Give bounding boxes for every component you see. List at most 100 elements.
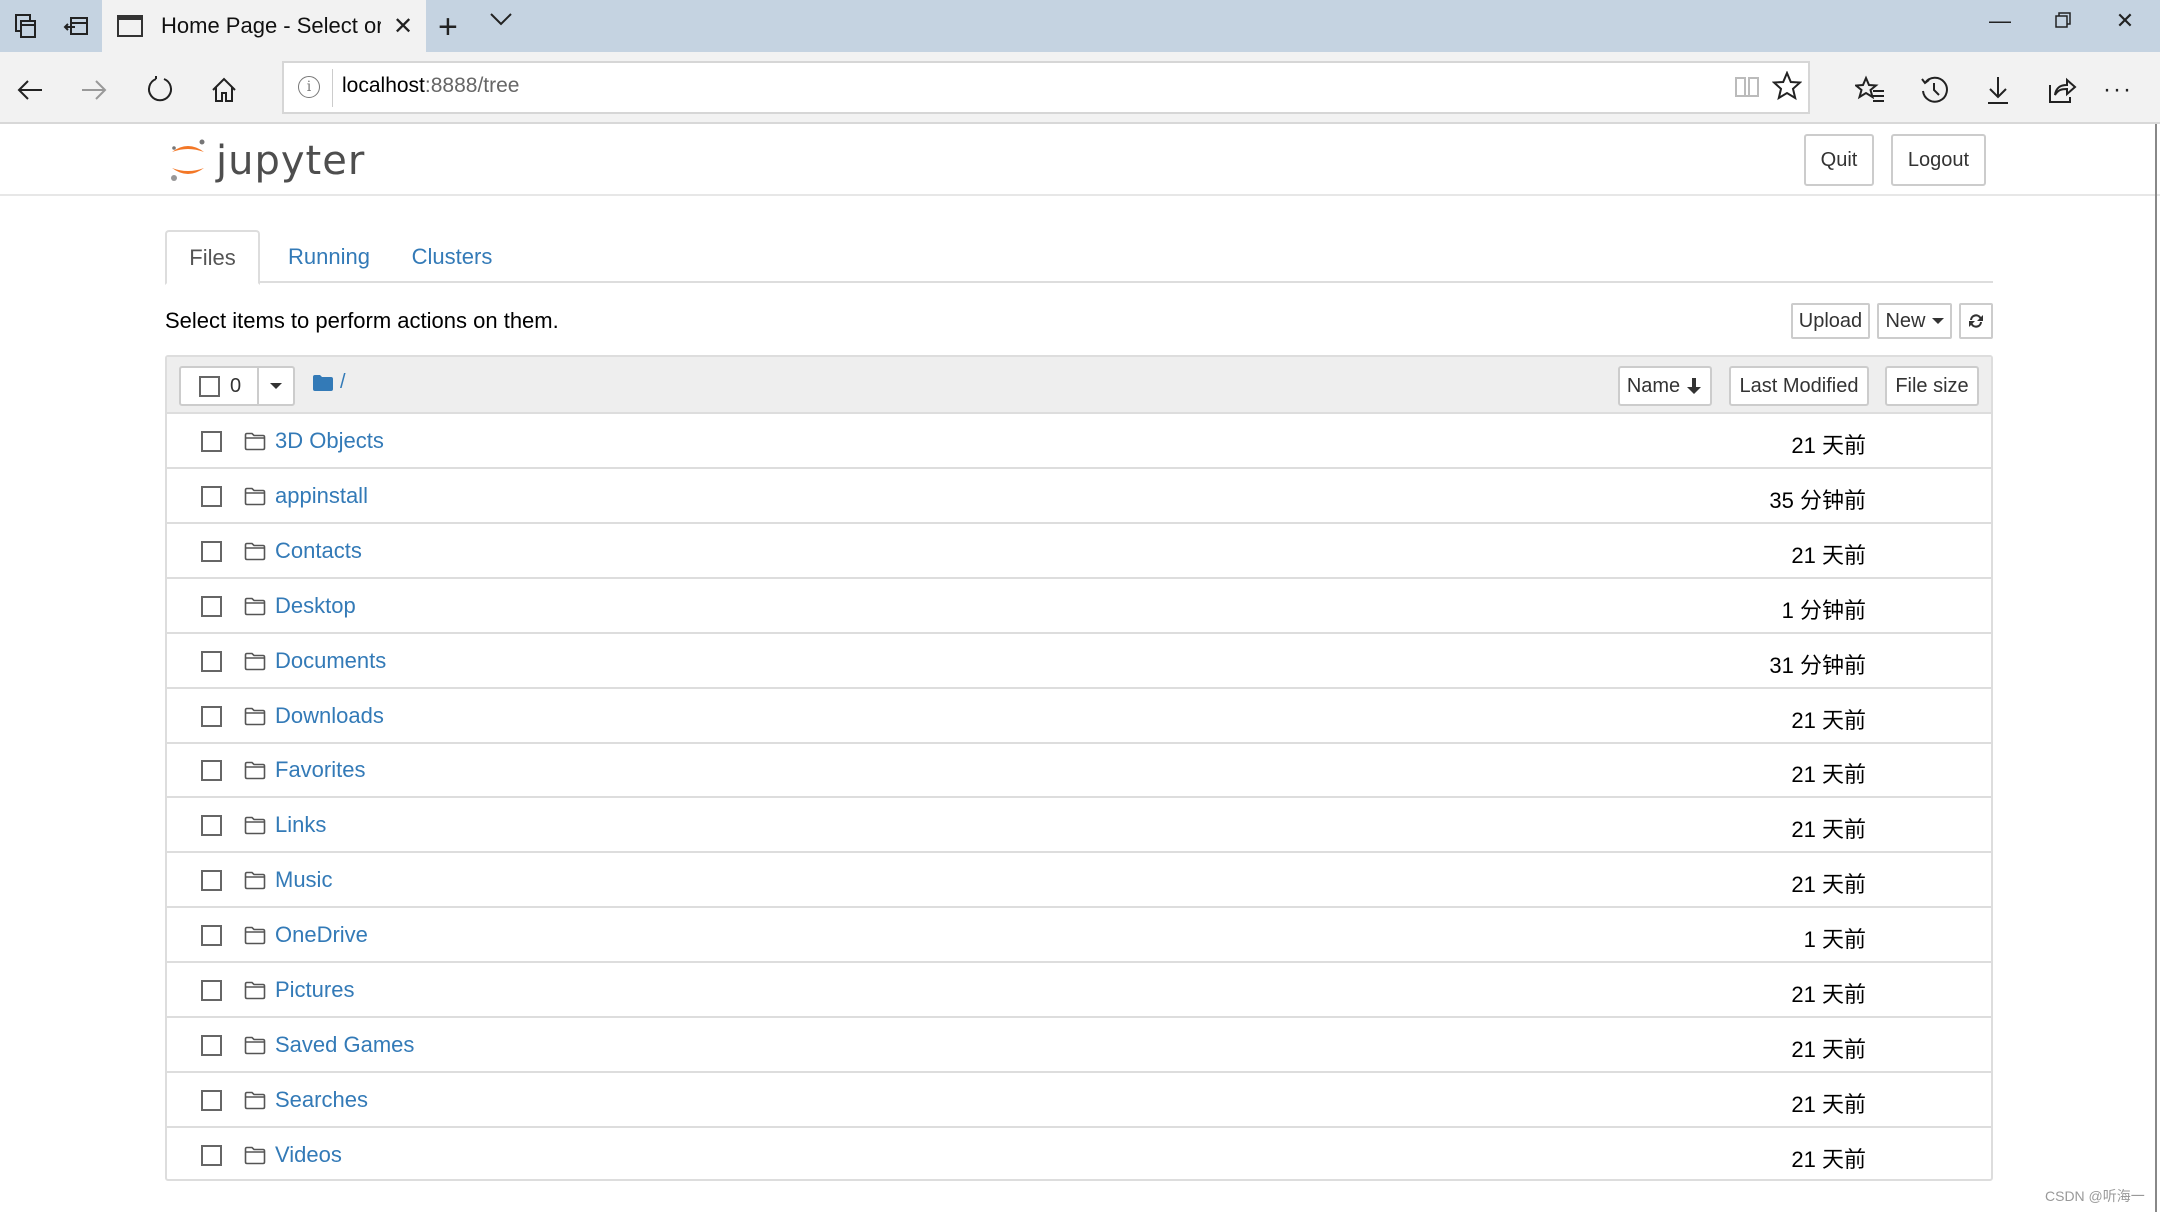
item-checkbox[interactable] (201, 705, 222, 727)
list-item[interactable]: Contacts 21 天前 (167, 524, 1991, 579)
upload-button[interactable]: Upload (1791, 303, 1870, 339)
item-name-link[interactable]: Downloads (275, 703, 384, 729)
item-name-link[interactable]: Pictures (275, 977, 354, 1003)
home-icon[interactable] (204, 70, 244, 110)
favorite-star-icon[interactable] (1771, 70, 1803, 106)
item-checkbox[interactable] (201, 1089, 222, 1111)
folder-icon (244, 981, 266, 1000)
new-dropdown-button[interactable]: New (1877, 303, 1952, 339)
folder-icon (244, 652, 266, 670)
item-checkbox[interactable] (201, 485, 222, 507)
list-item[interactable]: Documents 31 分钟前 (167, 634, 1991, 689)
caret-down-icon (270, 383, 282, 389)
item-name-link[interactable]: 3D Objects (275, 428, 384, 454)
select-all-checkbox[interactable] (199, 375, 220, 397)
close-window-icon[interactable]: ✕ (2102, 8, 2148, 34)
item-checkbox[interactable] (201, 595, 222, 617)
select-menu-toggle[interactable] (259, 368, 293, 404)
list-item[interactable]: Music 21 天前 (167, 853, 1991, 909)
new-tab-icon[interactable]: + (438, 8, 458, 47)
item-checkbox[interactable] (201, 815, 222, 837)
item-name-link[interactable]: Saved Games (275, 1032, 414, 1058)
item-checkbox[interactable] (201, 980, 222, 1001)
tab-bar: Files Running Clusters (165, 230, 1993, 285)
sort-by-last-modified-button[interactable]: Last Modified (1729, 366, 1869, 406)
list-item[interactable]: 3D Objects 21 天前 (167, 414, 1991, 469)
item-name-link[interactable]: appinstall (275, 483, 368, 509)
list-item[interactable]: Desktop 1 分钟前 (167, 579, 1991, 634)
logout-button[interactable]: Logout (1891, 134, 1986, 186)
back-icon[interactable] (10, 70, 50, 110)
select-all-control[interactable]: 0 (181, 368, 259, 404)
reading-view-icon[interactable] (1734, 75, 1760, 104)
list-item[interactable]: appinstall 35 分钟前 (167, 469, 1991, 524)
sort-by-name-button[interactable]: Name (1618, 366, 1712, 406)
close-tab-icon[interactable]: ✕ (393, 12, 413, 41)
download-icon[interactable] (1978, 70, 2018, 110)
item-name-link[interactable]: Desktop (275, 593, 356, 619)
list-item[interactable]: Videos 21 天前 (167, 1128, 1991, 1183)
breadcrumb-root[interactable]: / (340, 371, 346, 394)
forward-icon[interactable] (74, 70, 114, 110)
item-checkbox[interactable] (201, 1034, 222, 1056)
list-item[interactable]: Links 21 天前 (167, 798, 1991, 854)
name-column-label: Name (1626, 374, 1681, 397)
sort-by-file-size-button[interactable]: File size (1885, 366, 1979, 406)
item-checkbox[interactable] (201, 760, 222, 782)
folder-icon (244, 1036, 266, 1055)
selected-count: 0 (230, 374, 242, 397)
item-last-modified: 21 天前 (1791, 872, 1866, 898)
selection-hint: Select items to perform actions on them. (165, 308, 559, 333)
item-checkbox[interactable] (201, 1144, 222, 1166)
tab-clusters[interactable]: Clusters (397, 230, 507, 283)
list-item[interactable]: Searches 21 天前 (167, 1073, 1991, 1128)
chevron-down-icon[interactable] (490, 12, 512, 31)
item-name-link[interactable]: Music (275, 867, 332, 893)
item-checkbox[interactable] (201, 650, 222, 672)
refresh-list-button[interactable] (1959, 303, 1993, 339)
tab-files[interactable]: Files (165, 230, 260, 285)
list-item[interactable]: OneDrive 1 天前 (167, 908, 1991, 964)
new-label: New (1885, 309, 1926, 332)
browser-tab[interactable]: Home Page - Select or c ✕ (102, 0, 426, 52)
more-menu-icon[interactable]: ··· (2098, 70, 2138, 110)
file-list: 0 / Name Last Modified File size 3D Obje… (165, 355, 1993, 1181)
tab-running[interactable]: Running (276, 230, 382, 283)
item-last-modified: 1 天前 (1803, 927, 1866, 953)
item-last-modified: 31 分钟前 (1769, 652, 1866, 678)
item-name-link[interactable]: Links (275, 812, 326, 838)
list-item[interactable]: Saved Games 21 天前 (167, 1018, 1991, 1073)
item-name-link[interactable]: Contacts (275, 538, 362, 564)
url-text[interactable]: localhost:8888/tree (342, 74, 519, 98)
breadcrumb[interactable]: / (312, 371, 346, 394)
item-name-link[interactable]: Videos (275, 1142, 342, 1168)
item-checkbox[interactable] (201, 925, 222, 947)
folder-icon (244, 597, 266, 615)
url-path: :8888/tree (424, 74, 520, 97)
quit-button[interactable]: Quit (1804, 134, 1874, 186)
item-name-link[interactable]: OneDrive (275, 922, 368, 948)
restore-icon[interactable] (2040, 8, 2086, 34)
info-icon[interactable]: i (298, 76, 320, 98)
list-item[interactable]: Downloads 21 天前 (167, 689, 1991, 744)
folder-solid-icon (313, 374, 333, 391)
tab-manager-icon[interactable] (10, 10, 42, 42)
item-last-modified: 21 天前 (1791, 1146, 1866, 1172)
list-item[interactable]: Favorites 21 天前 (167, 743, 1991, 799)
set-aside-tabs-icon[interactable] (60, 10, 92, 42)
item-name-link[interactable]: Searches (275, 1087, 368, 1113)
list-item[interactable]: Pictures 21 天前 (167, 963, 1991, 1018)
refresh-icon[interactable] (140, 70, 180, 110)
address-bar[interactable]: i localhost:8888/tree (282, 61, 1810, 114)
item-name-link[interactable]: Documents (275, 648, 386, 674)
item-checkbox[interactable] (201, 431, 222, 452)
jupyter-logo[interactable]: jupyter (168, 136, 365, 186)
share-icon[interactable] (2042, 70, 2082, 110)
file-list-header: 0 / Name Last Modified File size (167, 357, 1991, 414)
item-name-link[interactable]: Favorites (275, 757, 365, 783)
minimize-icon[interactable]: — (1977, 8, 2023, 34)
history-icon[interactable] (1914, 70, 1954, 110)
item-checkbox[interactable] (201, 870, 222, 892)
favorites-list-icon[interactable] (1850, 70, 1890, 110)
item-checkbox[interactable] (201, 540, 222, 562)
